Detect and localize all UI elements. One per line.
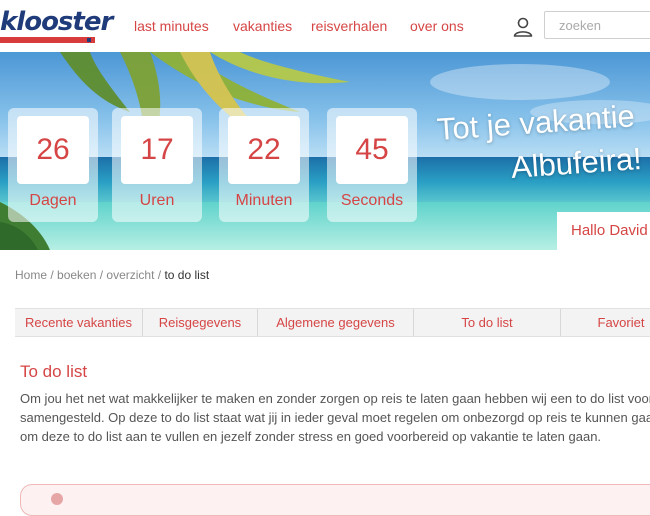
breadcrumb: Home / boeken / overzicht / to do list bbox=[15, 268, 210, 282]
breadcrumb-home[interactable]: Home bbox=[15, 268, 47, 282]
intro-paragraph: Om jou het net wat makkelijker te maken … bbox=[20, 389, 650, 446]
nav-link[interactable]: last minutes bbox=[134, 18, 209, 34]
tab-algemene-gegevens[interactable]: Algemene gegevens bbox=[258, 309, 414, 336]
nav-link[interactable]: reisverhalen bbox=[311, 18, 387, 34]
search-input[interactable] bbox=[544, 11, 650, 39]
user-greeting: Hallo David bbox=[557, 212, 650, 250]
countdown-minutes-label: Minuten bbox=[235, 192, 293, 209]
nav-link[interactable]: over ons bbox=[410, 18, 464, 34]
countdown-hours-value: 17 bbox=[121, 116, 193, 184]
nav-over-ons[interactable]: over ons bbox=[410, 18, 464, 34]
logo-stripe bbox=[0, 37, 95, 43]
countdown-minutes: 22 Minuten bbox=[219, 108, 309, 222]
breadcrumb-overzicht[interactable]: overzicht bbox=[106, 268, 154, 282]
tab-reisgegevens[interactable]: Reisgegevens bbox=[143, 309, 258, 336]
alert-icon bbox=[51, 493, 63, 505]
account-tabs: Recente vakanties Reisgegevens Algemene … bbox=[15, 308, 650, 337]
nav-vakanties[interactable]: vakanties bbox=[233, 18, 292, 34]
klooster-logo[interactable]: klooster bbox=[0, 9, 113, 43]
page-title: To do list bbox=[20, 362, 88, 381]
countdown-hours-label: Uren bbox=[139, 192, 175, 209]
countdown-minutes-value: 22 bbox=[228, 116, 300, 184]
countdown-seconds: 45 Seconds bbox=[327, 108, 417, 222]
countdown-hours: 17 Uren bbox=[112, 108, 202, 222]
intro-line-1: Om jou het net wat makkelijker te maken … bbox=[20, 391, 650, 406]
site-header: klooster last minutes vakanties reisverh… bbox=[0, 0, 650, 52]
countdown-days-label: Dagen bbox=[29, 192, 77, 209]
nav-last-minutes[interactable]: last minutes bbox=[134, 18, 209, 34]
logo-text: klooster bbox=[0, 7, 113, 37]
intro-line-3: om deze to do list aan te vullen en jeze… bbox=[20, 429, 602, 444]
tab-to-do-list[interactable]: To do list bbox=[414, 309, 561, 336]
breadcrumb-current: to do list bbox=[164, 268, 210, 282]
countdown-seconds-value: 45 bbox=[336, 116, 408, 184]
countdown-days: 26 Dagen bbox=[8, 108, 98, 222]
hero-banner: 26 Dagen 17 Uren 22 Minuten 45 Seconds T… bbox=[0, 52, 650, 250]
tab-recente-vakanties[interactable]: Recente vakanties bbox=[15, 309, 143, 336]
tab-favoriet[interactable]: Favoriet bbox=[561, 309, 650, 336]
countdown-seconds-label: Seconds bbox=[340, 192, 404, 209]
intro-line-2: samengesteld. Op deze to do list staat w… bbox=[20, 410, 650, 425]
countdown-days-value: 26 bbox=[17, 116, 89, 184]
nav-reisverhalen[interactable]: reisverhalen bbox=[311, 18, 387, 34]
nav-link[interactable]: vakanties bbox=[233, 18, 292, 34]
todo-item-alert[interactable] bbox=[20, 484, 650, 516]
breadcrumb-boeken[interactable]: boeken bbox=[57, 268, 96, 282]
user-icon[interactable] bbox=[512, 16, 534, 38]
